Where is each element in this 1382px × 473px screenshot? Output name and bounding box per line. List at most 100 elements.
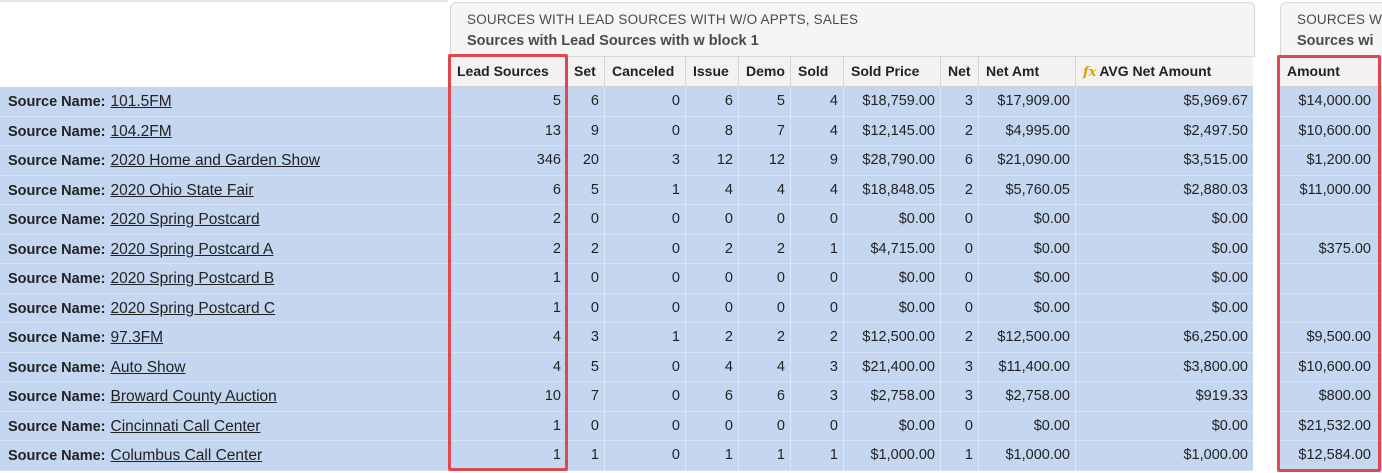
cell-sold: 0 bbox=[790, 411, 843, 441]
cell-set: 6 bbox=[566, 87, 604, 116]
source-name-link[interactable]: Cincinnati Call Center bbox=[111, 418, 261, 435]
cell-avg-net-amount: $0.00 bbox=[1075, 293, 1253, 323]
cell-issue: 0 bbox=[685, 411, 738, 441]
cell-net: 0 bbox=[940, 293, 978, 323]
source-name-link[interactable]: 2020 Home and Garden Show bbox=[111, 152, 320, 169]
column-header-canceled[interactable]: Canceled bbox=[604, 57, 685, 86]
cell-issue: 6 bbox=[685, 87, 738, 116]
column-header-net-amt[interactable]: Net Amt bbox=[978, 57, 1075, 86]
cell-lead-sources: 6 bbox=[552, 181, 561, 198]
cell-sold: 2 bbox=[790, 323, 843, 352]
cell-net-amt: $21,090.00 bbox=[978, 146, 1075, 175]
source-name-link[interactable]: Columbus Call Center bbox=[111, 447, 263, 464]
source-name-cell: Source Name: 101.5FM bbox=[8, 87, 172, 116]
cell-canceled: 0 bbox=[604, 382, 685, 411]
column-header-issue[interactable]: Issue bbox=[685, 57, 738, 86]
source-name-link[interactable]: 101.5FM bbox=[111, 93, 172, 110]
cell-sold-price: $18,848.05 bbox=[843, 175, 940, 205]
table-row: Source Name: Columbus Call Center 1 1 0 1 1 1 $1… bbox=[0, 441, 1382, 471]
column-header-demo[interactable]: Demo bbox=[738, 57, 790, 86]
column-header-amount[interactable]: Amount bbox=[1280, 57, 1382, 86]
table-row: Source Name: 2020 Spring Postcard A220221… bbox=[0, 234, 1382, 264]
cell-sold-price: $12,145.00 bbox=[843, 116, 940, 146]
source-name-link[interactable]: 2020 Spring Postcard bbox=[111, 211, 260, 228]
source-name-link[interactable]: Broward County Auction bbox=[111, 388, 277, 405]
cell-net-amt: $12,500.00 bbox=[978, 323, 1075, 352]
cell-net: 2 bbox=[940, 116, 978, 146]
table-row: Source Name: Broward County Auction 10 7 0 6 6… bbox=[0, 382, 1382, 412]
table-row: Source Name: 101.5FM 5 6 0 6 5 4 $18,759.00 3 $17,… bbox=[0, 87, 1382, 117]
cell-amount: $800.00 bbox=[1318, 388, 1371, 404]
block-1-column-headers: Lead Sources Set Canceled Issue Demo Sol… bbox=[450, 56, 1253, 87]
cell-avg-net-amount: $3,800.00 bbox=[1075, 352, 1253, 382]
column-header-set[interactable]: Set bbox=[566, 57, 604, 86]
source-name-cell: Source Name: Columbus Call Center bbox=[8, 441, 262, 470]
cell-avg-net-amount: $0.00 bbox=[1075, 264, 1253, 293]
cell-demo: 0 bbox=[738, 205, 790, 234]
cell-avg-net-amount: $5,969.67 bbox=[1075, 87, 1253, 116]
cell-lead-sources: 1 bbox=[552, 299, 561, 316]
column-header-lead-sources[interactable]: Lead Sources bbox=[450, 57, 566, 86]
source-name-cell: Source Name: 97.3FM bbox=[8, 323, 163, 352]
cell-net: 0 bbox=[940, 264, 978, 293]
source-name-label: Source Name: bbox=[8, 330, 106, 346]
cell-canceled: 0 bbox=[604, 234, 685, 264]
source-name-link[interactable]: Auto Show bbox=[111, 359, 186, 376]
source-name-link[interactable]: 97.3FM bbox=[111, 329, 164, 346]
cell-avg-net-amount: $2,880.03 bbox=[1075, 175, 1253, 205]
cell-demo: 7 bbox=[738, 116, 790, 146]
block-2-column-headers: Amount bbox=[1280, 56, 1382, 87]
source-name-link[interactable]: 2020 Ohio State Fair bbox=[111, 182, 254, 199]
source-name-cell: Source Name: 2020 Spring Postcard bbox=[8, 205, 260, 234]
source-name-link[interactable]: 2020 Spring Postcard C bbox=[111, 300, 276, 317]
block-2-subtitle: Sources wi bbox=[1297, 33, 1374, 49]
cell-issue: 12 bbox=[685, 146, 738, 175]
source-name-cell: Source Name: 2020 Home and Garden Show bbox=[8, 146, 320, 175]
column-header-sold[interactable]: Sold bbox=[790, 57, 843, 86]
cell-net-amt: $4,995.00 bbox=[978, 116, 1075, 146]
cell-issue: 4 bbox=[685, 175, 738, 205]
cell-avg-net-amount: $2,497.50 bbox=[1075, 116, 1253, 146]
cell-set: 3 bbox=[566, 323, 604, 352]
cell-amount: $375.00 bbox=[1318, 240, 1371, 257]
cell-issue: 4 bbox=[685, 352, 738, 382]
source-name-label: Source Name: bbox=[8, 153, 106, 169]
cell-avg-net-amount: $919.33 bbox=[1075, 382, 1253, 411]
table-row: Source Name: Cincinnati Call Center 1 0 0 0 0 0… bbox=[0, 411, 1382, 441]
cell-demo: 4 bbox=[738, 175, 790, 205]
cell-sold: 0 bbox=[790, 205, 843, 234]
column-header-sold-price[interactable]: Sold Price bbox=[843, 57, 940, 86]
cell-canceled: 0 bbox=[604, 293, 685, 323]
cell-set: 0 bbox=[566, 264, 604, 293]
table-row: Source Name: 2020 Home and Garden Show 346… bbox=[0, 146, 1382, 176]
cell-lead-sources: 1 bbox=[552, 417, 561, 434]
source-name-cell: Source Name: Broward County Auction bbox=[8, 382, 277, 411]
source-name-link[interactable]: 2020 Spring Postcard B bbox=[111, 270, 275, 287]
cell-demo: 12 bbox=[738, 146, 790, 175]
cell-issue: 0 bbox=[685, 264, 738, 293]
cell-sold-price: $0.00 bbox=[843, 411, 940, 441]
column-header-net[interactable]: Net bbox=[940, 57, 978, 86]
table-row: Source Name: 97.3FM 4 3 1 2 2 2 $12,500.00 2 $12,5… bbox=[0, 323, 1382, 353]
cell-lead-sources: 1 bbox=[552, 270, 561, 286]
table-row: Source Name: Auto Show 4 5 0 4 4 3 $21,400.00 3 $1… bbox=[0, 352, 1382, 382]
cell-set: 7 bbox=[566, 382, 604, 411]
source-name-cell: Source Name: Auto Show bbox=[8, 353, 185, 382]
column-header-avg-net-amount[interactable]: fx AVG Net Amount bbox=[1075, 57, 1253, 86]
cell-demo: 2 bbox=[738, 323, 790, 352]
cell-sold: 0 bbox=[790, 293, 843, 323]
table-row: Source Name: 2020 Spring Postcard 2 0 0 0 0 0 $0… bbox=[0, 205, 1382, 235]
avg-net-amount-label: AVG Net Amount bbox=[1099, 63, 1212, 79]
cell-sold: 4 bbox=[790, 87, 843, 116]
source-name-cell: Source Name: 2020 Spring Postcard A bbox=[8, 235, 273, 264]
cell-net: 3 bbox=[940, 382, 978, 411]
cell-canceled: 0 bbox=[604, 116, 685, 146]
cell-canceled: 0 bbox=[604, 352, 685, 382]
cell-demo: 5 bbox=[738, 87, 790, 116]
table-row: Source Name: 2020 Spring Postcard C100000… bbox=[0, 293, 1382, 323]
cell-issue: 0 bbox=[685, 205, 738, 234]
source-name-link[interactable]: 104.2FM bbox=[111, 123, 172, 140]
block-1-title: SOURCES WITH LEAD SOURCES WITH W/O APPTS… bbox=[467, 12, 859, 27]
source-name-link[interactable]: 2020 Spring Postcard A bbox=[111, 241, 274, 258]
cell-set: 0 bbox=[566, 293, 604, 323]
